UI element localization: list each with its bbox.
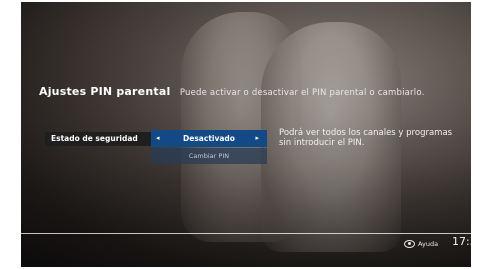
security-status-selector[interactable]: ◂ Desactivado ▸ bbox=[151, 130, 267, 147]
page-title: Ajustes PIN parental Puede activar o des… bbox=[39, 85, 424, 98]
right-arrow-icon[interactable]: ▸ bbox=[255, 130, 259, 147]
eye-icon bbox=[404, 240, 415, 248]
clock: 17:36 bbox=[452, 235, 471, 248]
footer-divider bbox=[21, 233, 471, 234]
info-text: Podrá ver todos los canales y programas … bbox=[279, 128, 453, 148]
page-title-description: Puede activar o desactivar el PIN parent… bbox=[179, 88, 425, 98]
left-arrow-icon[interactable]: ◂ bbox=[156, 130, 160, 147]
security-status-label: Estado de seguridad bbox=[45, 132, 151, 146]
help-button[interactable]: Ayuda bbox=[404, 239, 438, 249]
tv-screen: Ajustes PIN parental Puede activar o des… bbox=[21, 2, 471, 267]
help-label: Ayuda bbox=[418, 240, 439, 248]
selector-value: Desactivado bbox=[183, 134, 235, 143]
change-pin-button[interactable]: Cambiar PIN bbox=[151, 148, 267, 164]
page-title-main: Ajustes PIN parental bbox=[39, 85, 171, 98]
